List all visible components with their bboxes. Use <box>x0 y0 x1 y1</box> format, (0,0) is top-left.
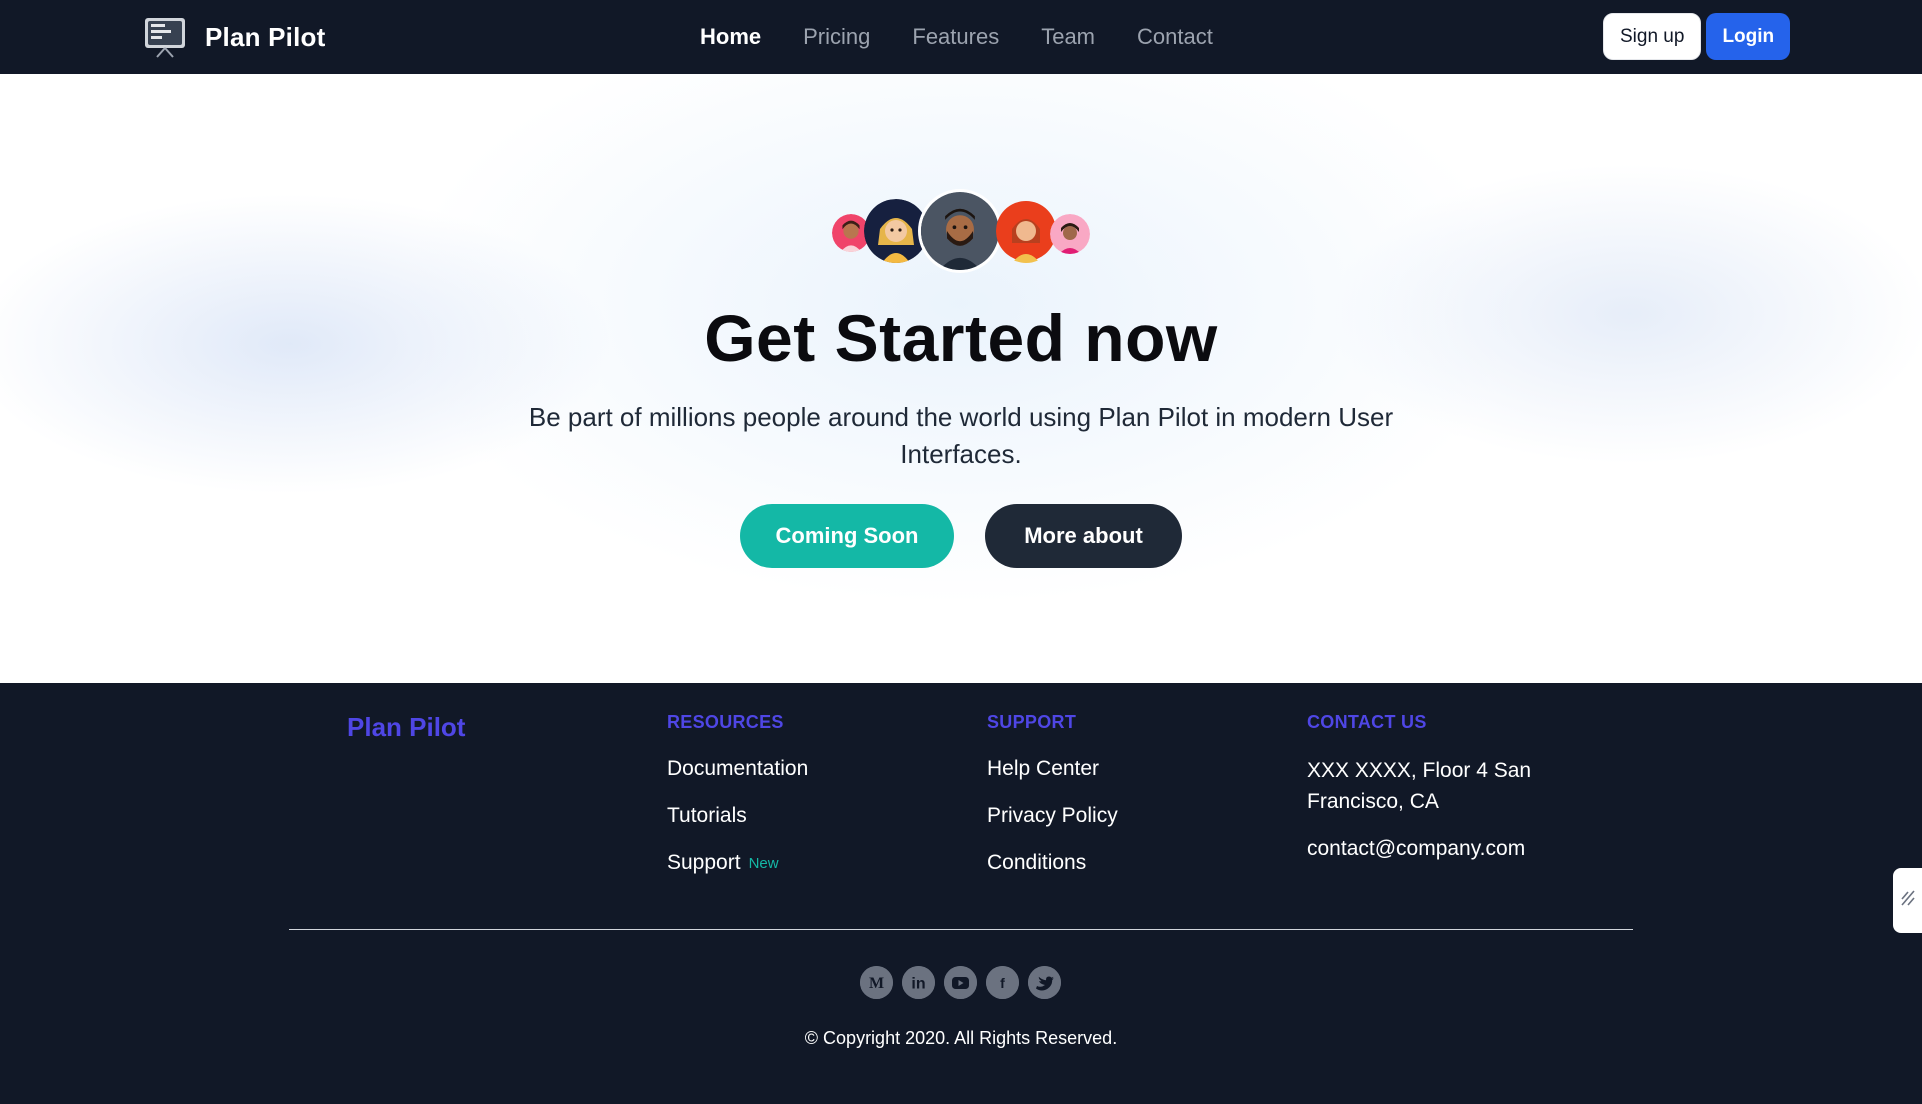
avatar-bearded-man <box>918 189 1002 273</box>
nav-team[interactable]: Team <box>1041 24 1095 50</box>
svg-text:f: f <box>1000 975 1005 991</box>
footer-contact: CONTACT US XXX XXXX, Floor 4 San Francis… <box>1307 712 1567 880</box>
footer-support: SUPPORT Help Center Privacy Policy Condi… <box>987 712 1118 896</box>
kanban-board-icon <box>143 15 187 59</box>
footer-link-tutorials[interactable]: Tutorials <box>667 802 808 829</box>
more-about-button[interactable]: More about <box>985 504 1182 568</box>
hero-title: Get Started now <box>704 301 1218 375</box>
contact-address: XXX XXXX, Floor 4 San Francisco, CA <box>1307 759 1532 813</box>
site-footer: Plan Pilot RESOURCES Documentation Tutor… <box>0 683 1922 1104</box>
facebook-icon[interactable]: f <box>986 966 1019 999</box>
svg-text:in: in <box>911 976 925 993</box>
footer-heading-contact: CONTACT US <box>1307 712 1427 732</box>
nav-features[interactable]: Features <box>912 24 999 50</box>
footer-resources: RESOURCES Documentation Tutorials Suppor… <box>667 712 808 897</box>
brand-link[interactable]: Plan Pilot <box>143 14 325 60</box>
footer-heading-resources: RESOURCES <box>667 712 784 732</box>
signup-button[interactable]: Sign up <box>1603 13 1702 60</box>
nav-contact[interactable]: Contact <box>1137 24 1213 50</box>
avatar-woman-pink-small <box>1050 214 1090 254</box>
nav-pricing[interactable]: Pricing <box>803 24 870 50</box>
login-button[interactable]: Login <box>1706 13 1791 60</box>
side-drawer-tab[interactable] <box>1893 868 1922 933</box>
hero-actions: Coming Soon More about <box>740 504 1182 568</box>
coming-soon-button[interactable]: Coming Soon <box>740 504 954 568</box>
medium-icon[interactable]: M <box>860 966 893 999</box>
contact-email[interactable]: contact@company.com <box>1307 833 1567 864</box>
avatar-group <box>832 189 1090 275</box>
footer-link-documentation[interactable]: Documentation <box>667 755 808 782</box>
hero-section: Get Started now Be part of millions peop… <box>0 74 1922 683</box>
new-badge: New <box>748 854 779 872</box>
main-nav: Home Pricing Features Team Contact <box>700 0 1213 74</box>
twitter-icon[interactable] <box>1028 966 1061 999</box>
avatar-redhead-orange <box>996 199 1056 263</box>
footer-brand: Plan Pilot <box>347 712 466 742</box>
footer-heading-support: SUPPORT <box>987 712 1077 732</box>
linkedin-icon[interactable]: in <box>902 966 935 999</box>
resize-handle-icon <box>1899 887 1917 914</box>
svg-text:M: M <box>869 975 884 992</box>
footer-divider <box>289 929 1633 930</box>
top-navbar: Plan Pilot Home Pricing Features Team Co… <box>0 0 1922 74</box>
auth-buttons: Sign up Login <box>1603 13 1791 60</box>
footer-link-support[interactable]: Support New <box>667 849 808 877</box>
social-links: M in f <box>860 966 1061 999</box>
footer-link-privacy-policy[interactable]: Privacy Policy <box>987 802 1118 829</box>
footer-link-conditions[interactable]: Conditions <box>987 849 1118 876</box>
brand-name: Plan Pilot <box>205 21 326 52</box>
copyright-text: © Copyright 2020. All Rights Reserved. <box>804 1028 1118 1048</box>
youtube-icon[interactable] <box>944 966 977 999</box>
footer-link-support-label: Support <box>667 851 741 874</box>
hero-subtitle: Be part of millions people around the wo… <box>528 402 1394 469</box>
footer-link-help-center[interactable]: Help Center <box>987 755 1118 782</box>
nav-home[interactable]: Home <box>700 24 761 50</box>
